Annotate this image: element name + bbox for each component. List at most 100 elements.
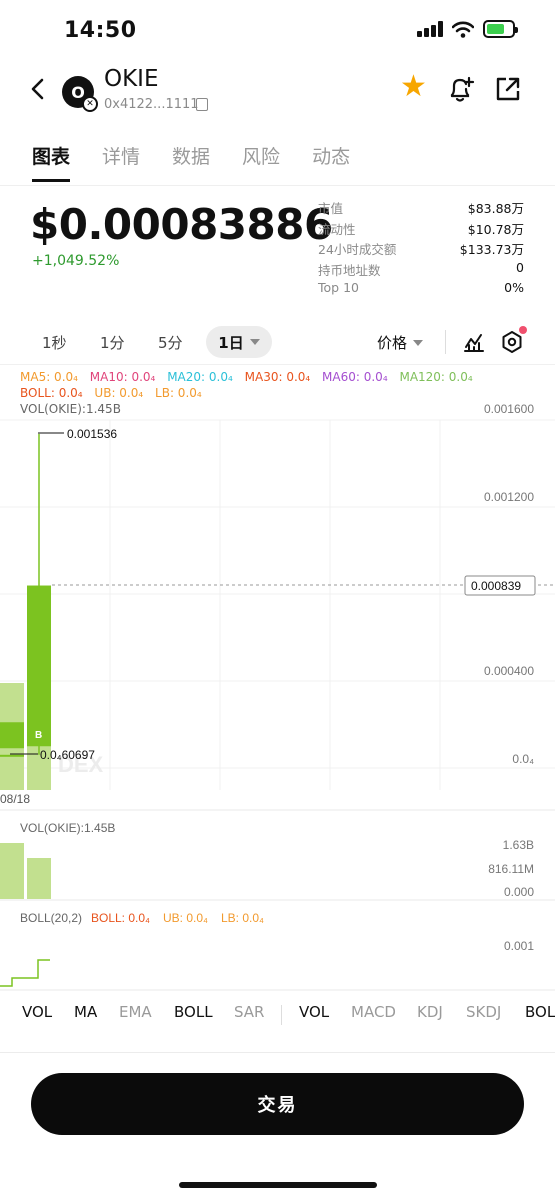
candle-body[interactable] [0,722,24,749]
stat-row: 24小时成交额 $133.73万 [318,239,524,260]
copy-icon[interactable] [196,98,208,111]
timeframe-selected-label: 1日 [218,333,244,352]
stat-label: 流动性 [318,221,356,237]
x-date-label: 08/18 [0,792,30,806]
volume-tick-label: 816.11M [488,862,534,876]
boll-legend: BOLL: 0.0₄ UB: 0.0₄ LB: 0.0₄ [20,386,210,400]
stat-value: 0% [504,280,524,295]
bottom-divider [0,1052,555,1053]
indicator-tab-vol[interactable]: VOL [22,1003,52,1021]
status-time: 14:50 [64,18,137,43]
price-mode-label: 价格 [377,334,408,352]
boll-legend-lb: LB: 0.0₄ [155,386,202,400]
ma60-legend: MA60: 0.0₄ [322,370,388,384]
volume-panel-label: VOL(OKIE):1.45B [20,821,115,835]
timeframe-5m[interactable]: 5分 [158,332,183,353]
chart-top-divider [0,364,555,365]
ma120-legend: MA120: 0.0₄ [399,370,473,384]
candle-body[interactable] [0,754,24,757]
current-price: $0.00083886 [30,200,333,249]
favorite-star-icon[interactable]: ★ [400,72,427,102]
stat-row: 流动性 $10.78万 [318,219,524,240]
battery-icon [483,20,518,38]
toolbar-divider [445,330,446,354]
chevron-down-icon [249,339,260,345]
high-price-label: 0.001536 [67,427,117,441]
price-change-percent: +1,049.52% [32,253,120,269]
timeframe-1m[interactable]: 1分 [100,332,125,353]
indicator-tab-sar[interactable]: SAR [234,1003,264,1021]
indicator-tab-ema[interactable]: EMA [119,1003,152,1021]
boll-legend-ub: UB: 0.0₄ [94,386,144,400]
tab-risk[interactable]: 风险 [242,142,280,181]
indicator-divider [281,1005,282,1025]
stat-value: $133.73万 [459,242,524,257]
price-chart[interactable]: DEX 0.001536 0.0₄60697 B 0.000839 0.0016… [0,400,555,1000]
stat-row: 持币地址数 0 [318,260,524,281]
volume-tick-label: 0.000 [504,885,534,899]
indicator-tab-kdj[interactable]: KDJ [417,1003,443,1021]
indicator-tab-sub-vol[interactable]: VOL [299,1003,329,1021]
stat-value: 0 [516,259,524,275]
tab-divider [0,185,555,186]
boll-panel-ub: UB: 0.0₄ [163,911,208,925]
buy-marker-label: B [35,730,42,741]
indicator-tab-boll[interactable]: BOLL [174,1003,213,1021]
notification-dot [519,326,527,334]
y-tick-label: 0.000400 [484,664,534,678]
boll-line [0,959,50,987]
tab-details[interactable]: 详情 [102,142,140,181]
ma-legend: MA5: 0.0₄ MA10: 0.0₄ MA20: 0.0₄ MA30: 0.… [20,370,481,384]
candle-body[interactable] [27,585,51,747]
tab-data[interactable]: 数据 [172,142,210,181]
tab-chart[interactable]: 图表 [32,142,71,182]
indicator-tab-sub-boll[interactable]: BOL [525,1003,555,1021]
boll-legend-mid: BOLL: 0.0₄ [20,386,83,400]
share-external-icon[interactable] [494,75,522,103]
token-stats: 市值 $83.88万 流动性 $10.78万 24小时成交额 $133.73万 持币地… [318,198,524,301]
status-icons [417,20,518,38]
stat-label: 24小时成交额 [318,242,397,257]
indicator-tab-ma[interactable]: MA [74,1003,97,1021]
chart-grid [0,419,555,790]
stat-label: 市值 [318,201,344,216]
chevron-down-icon [413,339,424,346]
stat-label: Top 10 [318,280,359,295]
low-price-label: 0.0₄60697 [40,748,95,762]
wifi-icon [452,21,474,38]
stat-value: $83.88万 [467,201,524,216]
boll-panel-mid: BOLL: 0.0₄ [91,911,150,925]
indicator-tabs: VOL MA EMA BOLL SAR VOL MACD KDJ SKDJ BO… [0,1000,555,1030]
y-tick-label: 0.001600 [484,402,534,416]
boll-panel-lb: LB: 0.0₄ [221,911,264,925]
trade-button[interactable]: 交易 [31,1073,524,1135]
timeframe-selected-dropdown[interactable]: 1日 [206,326,272,358]
tab-bar: 图表 详情 数据 风险 动态 [32,142,350,182]
add-alert-bell-icon[interactable] [446,74,476,104]
indicator-chart-icon[interactable] [462,330,486,354]
chain-badge-icon: ✕ [82,96,98,112]
back-arrow-icon[interactable] [26,74,52,104]
indicator-tab-macd[interactable]: MACD [351,1003,396,1021]
timeframe-toolbar: 1秒 1分 5分 1日 价格 [0,326,555,360]
token-name: OKIE [104,66,159,92]
stat-label: 持币地址数 [318,262,381,278]
y-tick-label: 0.001200 [484,490,534,504]
tab-activity[interactable]: 动态 [312,142,350,181]
boll-panel-label: BOLL(20,2) [20,911,82,925]
y-tick-label: 0.0₄ [512,752,534,766]
price-mode-dropdown[interactable]: 价格 [377,332,424,353]
token-address: 0x4122...1111 [104,97,199,112]
ma5-legend: MA5: 0.0₄ [20,370,78,384]
indicator-tab-skdj[interactable]: SKDJ [466,1003,501,1021]
stat-value: $10.78万 [467,221,524,237]
timeframe-1s[interactable]: 1秒 [42,332,67,353]
ma30-legend: MA30: 0.0₄ [244,370,311,384]
ma10-legend: MA10: 0.0₄ [89,370,156,384]
current-price-tag-text: 0.000839 [471,579,521,593]
volume-tick-label: 1.63B [503,838,534,852]
stat-row: Top 10 0% [318,280,524,301]
token-logo: O ✕ [62,76,98,112]
volume-bar [27,858,51,899]
ma20-legend: MA20: 0.0₄ [167,370,233,384]
